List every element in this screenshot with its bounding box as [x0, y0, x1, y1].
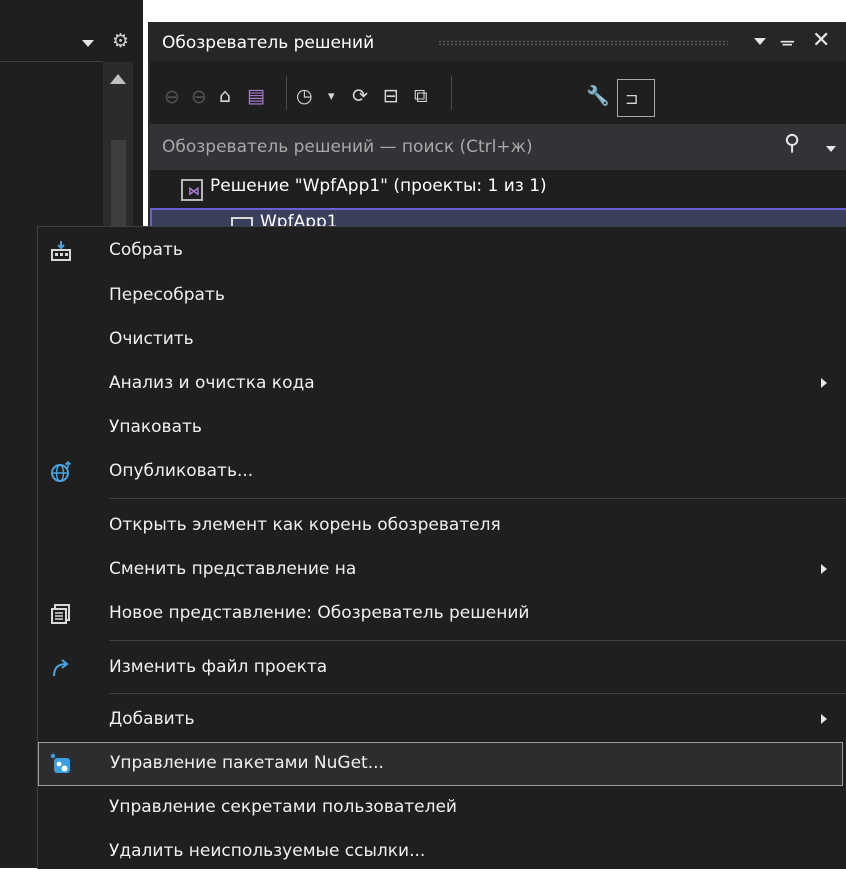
drag-grip[interactable] — [438, 40, 728, 46]
collapse-all-icon[interactable]: ⊟ — [383, 85, 399, 107]
wrench-icon[interactable]: 🔧 — [586, 85, 610, 107]
forward-icon[interactable]: ⊖ — [191, 86, 207, 108]
visual-studio-icon: ⋈ — [188, 184, 200, 198]
globe-publish-icon — [51, 461, 72, 482]
submenu-arrow-icon — [821, 378, 827, 388]
scroll-up-icon[interactable] — [110, 74, 126, 84]
menu-item-add[interactable]: Добавить — [38, 698, 846, 742]
search-icon[interactable]: ⚲ — [784, 131, 800, 156]
menu-separator — [109, 498, 846, 499]
menu-item-label: Удалить неиспользуемые ссылки... — [109, 841, 426, 861]
menu-item-manage-nuget[interactable]: Управление пакетами NuGet... — [38, 742, 843, 786]
menu-item-edit-project-file[interactable]: Изменить файл проекта — [38, 646, 846, 690]
panel-title: Обозреватель решений — [162, 33, 375, 53]
toolbar-separator — [451, 76, 452, 110]
pending-changes-icon[interactable]: ◷ — [296, 85, 313, 107]
gear-icon[interactable]: ⚙ — [112, 30, 129, 52]
build-icon — [51, 241, 71, 261]
menu-item-pack[interactable]: Упаковать — [38, 406, 846, 450]
menu-item-label: Изменить файл проекта — [109, 657, 328, 677]
chevron-down-icon[interactable]: ▾ — [328, 86, 335, 108]
submenu-arrow-icon — [821, 564, 827, 574]
menu-item-new-view[interactable]: Новое представление: Обозреватель решени… — [38, 592, 846, 636]
menu-item-label: Пересобрать — [109, 285, 225, 305]
search-options-chevron-icon[interactable] — [826, 146, 836, 152]
menu-item-clean[interactable]: Очистить — [38, 318, 846, 362]
menu-separator — [109, 693, 846, 694]
menu-item-scope-to-this[interactable]: Открыть элемент как корень обозревателя — [38, 504, 846, 548]
divider — [0, 61, 103, 62]
toolbar-separator — [286, 76, 287, 110]
menu-item-manage-user-secrets[interactable]: Управление секретами пользователей — [38, 786, 846, 830]
solution-label: Решение "WpfApp1" (проекты: 1 из 1) — [210, 176, 547, 196]
preview-glyph-icon: ⊐ — [625, 89, 639, 108]
switch-views-icon[interactable]: ▤ — [247, 85, 265, 107]
menu-item-change-view[interactable]: Сменить представление на — [38, 548, 846, 592]
home-icon[interactable]: ⌂ — [219, 85, 231, 107]
nuget-icon — [50, 753, 70, 773]
new-view-icon — [51, 604, 70, 624]
menu-item-label: Управление пакетами NuGet... — [110, 753, 384, 773]
pin-icon[interactable]: ᚚ — [781, 30, 794, 52]
menu-item-label: Опубликовать... — [109, 461, 254, 481]
menu-item-rebuild[interactable]: Пересобрать — [38, 274, 846, 318]
menu-item-remove-unused-references[interactable]: Удалить неиспользуемые ссылки... — [38, 830, 846, 874]
search-input[interactable]: Обозреватель решений — поиск (Ctrl+ж) — [162, 137, 533, 157]
submenu-arrow-icon — [821, 714, 827, 724]
menu-item-label: Добавить — [109, 709, 195, 729]
refresh-icon[interactable]: ⟳ — [352, 85, 368, 107]
window-position-dropdown-icon[interactable] — [754, 38, 766, 45]
menu-item-label: Упаковать — [109, 417, 202, 437]
menu-item-publish[interactable]: Опубликовать... — [38, 450, 846, 494]
show-all-files-icon[interactable]: ⧉ — [414, 85, 428, 107]
redo-arrow-icon — [53, 659, 69, 677]
menu-item-label: Открыть элемент как корень обозревателя — [109, 515, 501, 535]
chevron-down-icon[interactable] — [82, 40, 94, 47]
back-icon[interactable]: ⊖ — [164, 86, 180, 108]
menu-item-analyze-cleanup[interactable]: Анализ и очистка кода — [38, 362, 846, 406]
menu-item-label: Управление секретами пользователей — [109, 797, 457, 817]
close-icon[interactable]: ✕ — [812, 28, 830, 53]
menu-item-label: Сменить представление на — [109, 559, 357, 579]
menu-item-label: Собрать — [109, 240, 183, 260]
menu-item-build[interactable]: Собрать — [38, 229, 846, 273]
menu-separator — [109, 640, 846, 641]
menu-item-label: Анализ и очистка кода — [109, 373, 315, 393]
menu-item-label: Очистить — [109, 329, 194, 349]
menu-item-label: Новое представление: Обозреватель решени… — [109, 603, 530, 623]
